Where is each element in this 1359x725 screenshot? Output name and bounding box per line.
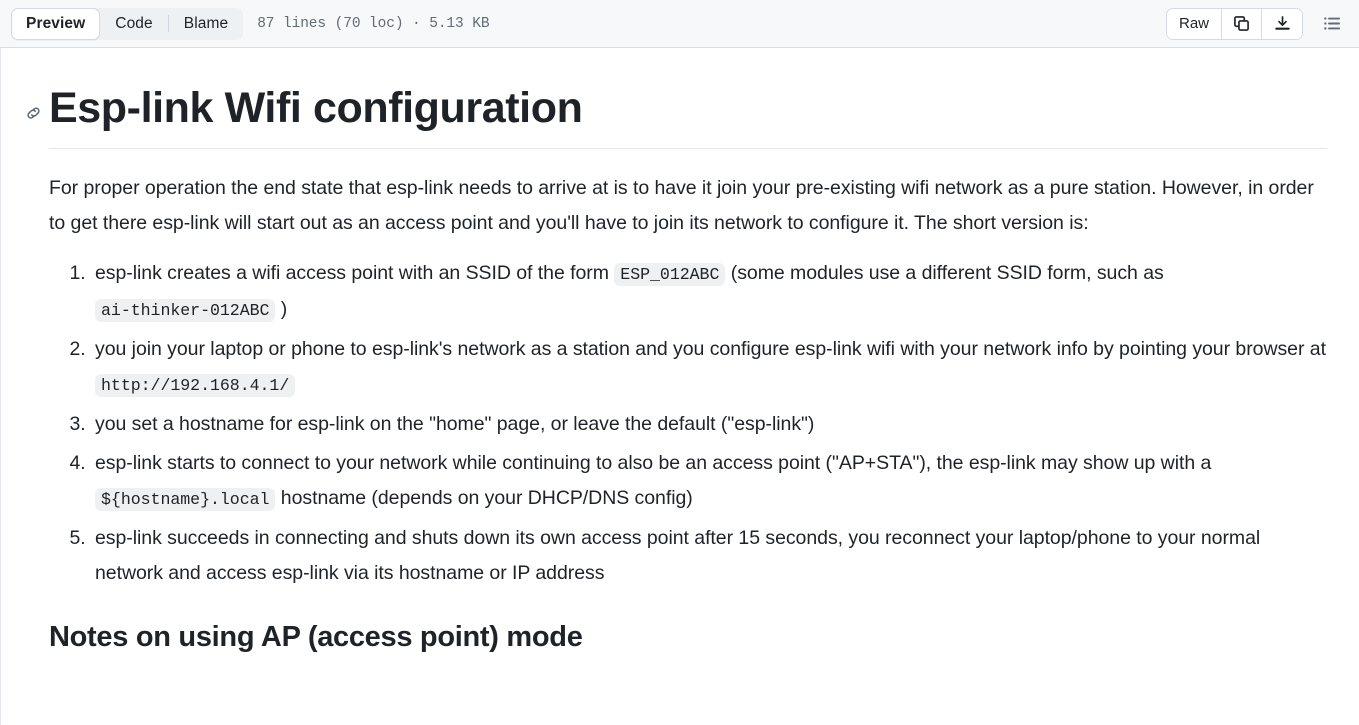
list-item-text: esp-link creates a wifi access point wit…: [95, 262, 615, 285]
intro-paragraph: For proper operation the end state that …: [49, 177, 1314, 235]
list-item-text: (some modules use a different SSID form,…: [725, 262, 1164, 285]
outline-list-icon[interactable]: [1317, 9, 1347, 39]
list-item: esp-link creates a wifi access point wit…: [91, 256, 1327, 328]
markdown-body: Esp-link Wifi configuration For proper o…: [1, 48, 1359, 654]
list-item-text: esp-link starts to connect to your netwo…: [95, 452, 1212, 475]
section-heading-notes: Notes on using AP (access point) mode: [49, 621, 583, 654]
list-item-text: esp-link succeeds in connecting and shut…: [95, 527, 1261, 585]
steps-list: esp-link creates a wifi access point wit…: [49, 256, 1327, 591]
list-item-text: ): [275, 298, 288, 321]
inline-code: http://192.168.4.1/: [95, 374, 296, 398]
list-item: esp-link starts to connect to your netwo…: [91, 446, 1327, 517]
inline-code: ai-thinker-012ABC: [95, 299, 276, 323]
list-item: you join your laptop or phone to esp-lin…: [91, 332, 1327, 403]
markdown-content-area: Esp-link Wifi configuration For proper o…: [0, 48, 1359, 725]
file-header-toolbar: Preview Code Blame 87 lines (70 loc) · 5…: [0, 0, 1359, 48]
page-title: Esp-link Wifi configuration: [26, 82, 1327, 150]
list-item-text: you set a hostname for esp-link on the "…: [95, 413, 815, 436]
link-icon[interactable]: [23, 103, 43, 123]
tab-code[interactable]: Code: [100, 8, 167, 40]
header-actions: Raw: [1165, 7, 1347, 40]
copy-icon[interactable]: [1222, 8, 1262, 39]
inline-code: ESP_012ABC: [614, 263, 726, 287]
raw-button[interactable]: Raw: [1166, 8, 1222, 39]
view-mode-segmented-control: Preview Code Blame: [11, 7, 244, 40]
list-item-text: you join your laptop or phone to esp-lin…: [95, 338, 1326, 361]
file-actions-button-group: Raw: [1165, 7, 1303, 40]
list-item-text: hostname (depends on your DHCP/DNS confi…: [275, 487, 693, 510]
file-meta-text: 87 lines (70 loc) · 5.13 KB: [257, 15, 490, 32]
tab-preview[interactable]: Preview: [11, 7, 101, 40]
tab-blame[interactable]: Blame: [169, 8, 243, 40]
inline-code: ${hostname}.local: [95, 488, 276, 512]
download-icon[interactable]: [1262, 8, 1302, 39]
page-title-text: Esp-link Wifi configuration: [49, 84, 583, 132]
list-item: esp-link succeeds in connecting and shut…: [91, 521, 1327, 591]
list-item: you set a hostname for esp-link on the "…: [91, 407, 1327, 442]
